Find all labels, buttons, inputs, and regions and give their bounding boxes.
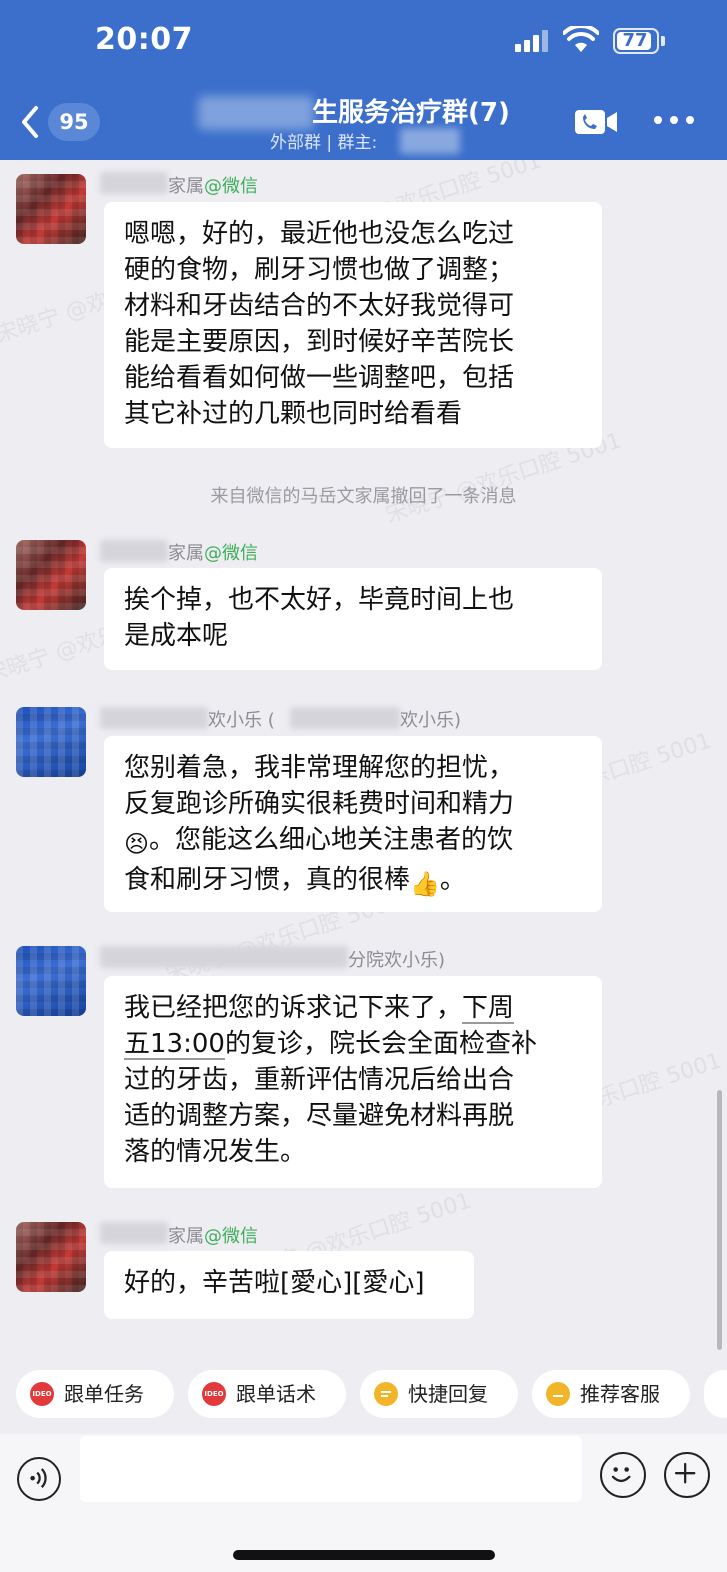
avatar[interactable] <box>16 540 86 610</box>
ideo-icon: IDEO <box>30 1382 54 1406</box>
wifi-icon <box>563 26 599 52</box>
battery-level: 77 <box>622 30 648 51</box>
redacted-owner <box>400 128 460 154</box>
recall-notice: 来自微信的马岳文家属撤回了一条消息 <box>210 486 517 507</box>
status-time: 20:07 <box>95 22 193 57</box>
date-link[interactable]: 下周 <box>462 993 514 1023</box>
more-options-icon[interactable] <box>654 116 694 128</box>
input-bar <box>0 1434 727 1572</box>
sender-name: 家属@微信 <box>168 1226 258 1247</box>
ideo-icon: IDEO <box>202 1382 226 1406</box>
recommend-agent-button[interactable]: 推荐客服 <box>532 1370 690 1418</box>
quick-action-bar: IDEO 跟单任务 IDEO 跟单话术 快捷回复 推荐客服 <box>0 1352 727 1434</box>
unread-badge[interactable]: 95 <box>48 103 100 141</box>
sender-name: 家属@微信 <box>168 543 258 564</box>
thumbs-up-icon: 👍 <box>410 870 440 898</box>
message-bubble[interactable]: 好的，辛苦啦[愛心][愛心] <box>104 1251 474 1319</box>
chat-bubble-icon <box>374 1382 398 1406</box>
message-bubble[interactable]: 嗯嗯，好的，最近他也没怎么吃过 硬的食物，刷牙习惯也做了调整； 材料和牙齿结合的… <box>104 202 602 448</box>
video-call-icon[interactable] <box>574 108 618 136</box>
follow-script-button[interactable]: IDEO 跟单话术 <box>188 1370 346 1418</box>
avatar[interactable] <box>16 1222 86 1292</box>
plus-icon[interactable] <box>664 1452 710 1498</box>
chat-bubble-icon <box>546 1382 570 1406</box>
sender-name: 欢小乐 ( <box>208 710 275 731</box>
redacted-sender-name <box>290 707 400 729</box>
message-list[interactable]: 宋晓宁 @欢乐口腔 5001 宋晓宁 @欢乐口腔 5001 宋晓宁 @欢乐口腔 … <box>0 160 727 1352</box>
group-title: 生服务治疗群(7) <box>312 98 510 128</box>
sad-emoji-icon: 😣 <box>124 830 150 858</box>
home-indicator <box>233 1550 495 1560</box>
message-bubble[interactable]: 挨个掉，也不太好，毕竟时间上也 是成本呢 <box>104 568 602 670</box>
chat-header: 20:07 77 95 生服务治疗群(7) 外部群 | 群主: <box>0 0 727 160</box>
emoji-icon[interactable] <box>600 1452 646 1498</box>
sender-name: 家属@微信 <box>168 176 258 197</box>
avatar[interactable] <box>16 174 86 244</box>
redacted-sender-name <box>100 172 168 194</box>
message-bubble[interactable]: 我已经把您的诉求记下来了，下周 五13:00的复诊，院长会全面检查补 过的牙齿，… <box>104 976 602 1188</box>
sender-name: 欢小乐) <box>400 710 462 731</box>
battery-icon: 77 <box>613 28 659 54</box>
signal-icon <box>515 30 551 52</box>
sender-name: 分院欢小乐) <box>348 950 446 971</box>
redacted-sender-name <box>100 946 348 968</box>
redacted-sender-name <box>100 707 208 729</box>
quick-reply-button[interactable]: 快捷回复 <box>360 1370 518 1418</box>
scrollbar[interactable] <box>717 1090 722 1350</box>
redacted-sender-name <box>100 540 168 562</box>
more-quick-actions[interactable] <box>704 1370 727 1418</box>
voice-input-icon[interactable] <box>17 1457 61 1501</box>
avatar[interactable] <box>16 946 86 1016</box>
follow-task-button[interactable]: IDEO 跟单任务 <box>16 1370 174 1418</box>
avatar[interactable] <box>16 707 86 777</box>
redacted-sender-name <box>100 1222 168 1244</box>
group-subtitle: 外部群 | 群主: <box>270 133 378 153</box>
date-link[interactable]: 五13:00 <box>124 1029 225 1059</box>
message-input[interactable] <box>80 1436 582 1502</box>
back-chevron-icon[interactable] <box>16 104 46 140</box>
redacted-title <box>198 96 314 130</box>
message-bubble[interactable]: 您别着急，我非常理解您的担忧， 反复跑诊所确实很耗费时间和精力 😣。您能这么细心… <box>104 736 602 912</box>
